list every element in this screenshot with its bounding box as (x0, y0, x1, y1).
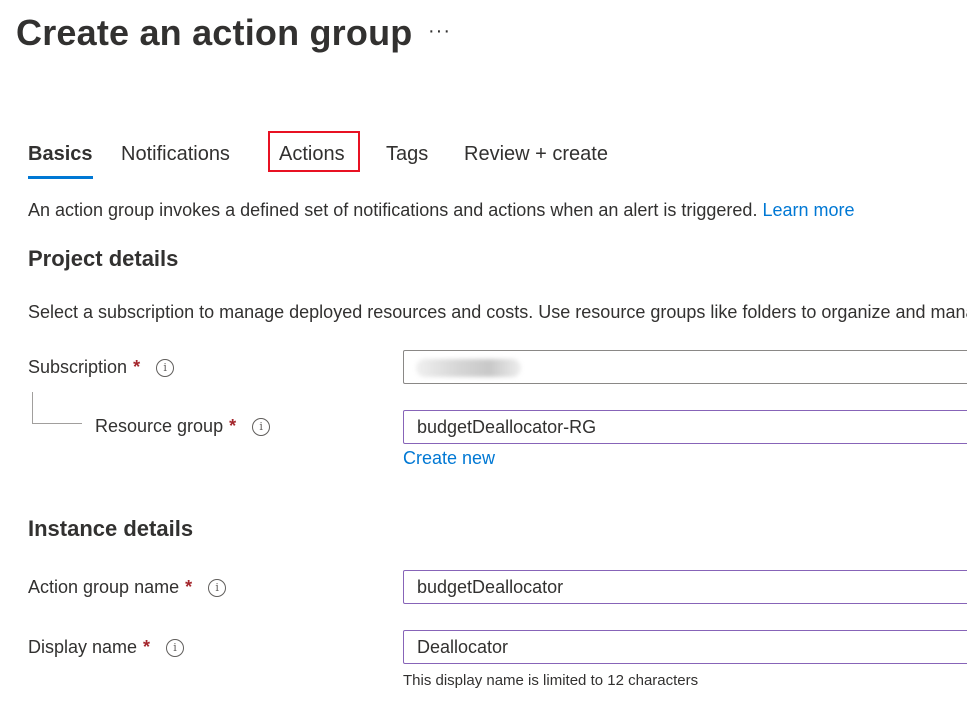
info-icon[interactable]: i (166, 638, 185, 657)
tab-review-create[interactable]: Review + create (464, 140, 608, 168)
subscription-label: Subscription (28, 357, 128, 377)
tree-connector-horizontal (32, 423, 82, 424)
display-name-hint: This display name is limited to 12 chara… (403, 672, 699, 689)
project-details-description: Select a subscription to manage deployed… (28, 302, 967, 322)
create-action-group-page: Create an action group ··· Basics Notifi… (0, 0, 967, 726)
info-icon[interactable]: i (156, 358, 175, 377)
action-group-name-label-row: Action group name * i (28, 577, 227, 598)
page-title: Create an action group (16, 12, 413, 53)
tree-connector-vertical (32, 392, 33, 424)
info-icon[interactable]: i (208, 578, 227, 597)
required-mark: * (143, 637, 151, 657)
resource-group-label-row: Resource group * i (95, 416, 271, 437)
display-name-label-row: Display name * i (28, 637, 185, 658)
create-new-resource-group-link[interactable]: Create new (403, 448, 495, 469)
project-details-heading: Project details (28, 246, 179, 271)
tab-actions[interactable]: Actions (279, 140, 345, 168)
resource-group-label: Resource group (95, 416, 224, 436)
tab-basics[interactable]: Basics (28, 140, 93, 179)
required-mark: * (229, 416, 237, 436)
intro-text: An action group invokes a defined set of… (28, 200, 855, 221)
required-mark: * (133, 357, 141, 377)
resource-group-dropdown[interactable]: budgetDeallocator-RG (403, 410, 967, 444)
intro-description: An action group invokes a defined set of… (28, 200, 763, 220)
instance-details-heading: Instance details (28, 516, 194, 541)
display-name-label: Display name (28, 637, 138, 657)
subscription-label-row: Subscription * i (28, 357, 175, 378)
action-group-name-label: Action group name (28, 577, 180, 597)
subscription-dropdown[interactable] (403, 350, 967, 384)
info-icon[interactable]: i (252, 417, 271, 436)
action-group-name-input[interactable]: budgetDeallocator (403, 570, 967, 604)
display-name-input[interactable]: Deallocator (403, 630, 967, 664)
required-mark: * (185, 577, 193, 597)
learn-more-link[interactable]: Learn more (762, 200, 854, 220)
more-options-icon[interactable]: ··· (428, 20, 451, 43)
tab-tags[interactable]: Tags (386, 140, 428, 168)
tab-notifications[interactable]: Notifications (121, 140, 230, 168)
redacted-subscription-value (416, 359, 521, 377)
